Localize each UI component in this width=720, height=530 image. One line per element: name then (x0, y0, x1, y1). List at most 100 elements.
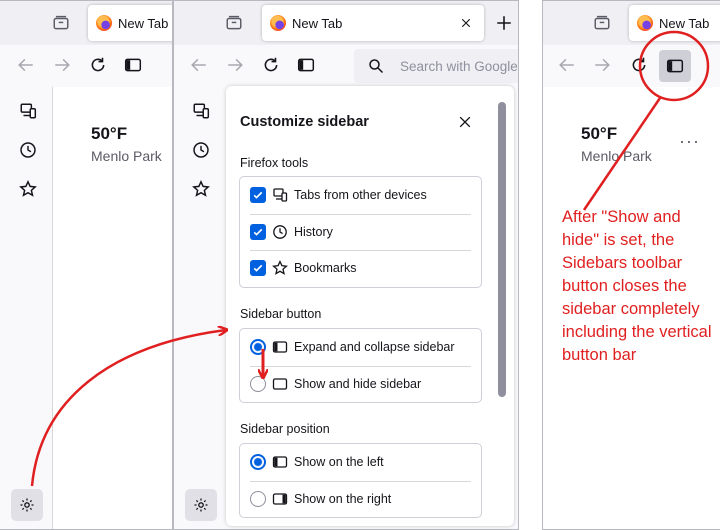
customize-sidebar-button[interactable] (11, 489, 43, 521)
history-checkbox[interactable] (250, 223, 266, 240)
option-position-left[interactable]: Show on the left (240, 444, 481, 481)
tab-groups-button[interactable] (49, 11, 73, 35)
firefox-logo-icon (96, 15, 112, 31)
tab-new-tab[interactable]: New Tab (262, 5, 484, 41)
sidebar-launcher (174, 87, 226, 529)
nav-bar: Search with Google or e (174, 45, 518, 87)
tab-groups-icon (226, 15, 242, 30)
gear-icon (20, 498, 34, 512)
tool-label: History (294, 224, 333, 239)
tool-label: Bookmarks (294, 261, 357, 276)
bookmarks-checkbox[interactable] (250, 260, 266, 277)
sidebar-position-title: Sidebar position (240, 422, 330, 436)
firefox-tools-group: Tabs from other devices History Bookmark… (239, 176, 482, 288)
sidebar-position-group: Show on the left Show on the right (239, 443, 482, 518)
position-right-radio[interactable] (250, 490, 266, 507)
gear-icon (194, 498, 208, 512)
sidebar-toggle-button[interactable] (659, 50, 691, 82)
forward-arrow-icon (595, 58, 610, 72)
option-expand-collapse[interactable]: Expand and collapse sidebar (240, 329, 481, 366)
tool-option-synced-tabs[interactable]: Tabs from other devices (240, 177, 481, 214)
plus-icon (497, 16, 511, 30)
tab-strip: New Tab (0, 1, 172, 45)
weather-location: Menlo Park (91, 148, 162, 164)
forward-arrow-icon (55, 58, 70, 72)
option-label: Expand and collapse sidebar (294, 340, 455, 355)
star-icon (19, 180, 37, 197)
sidebar-right-icon (272, 493, 288, 505)
sidebar-toggle-button[interactable] (294, 53, 318, 77)
checkmark-icon (253, 228, 263, 236)
show-hide-radio[interactable] (250, 375, 266, 392)
sidebar-history-button[interactable] (189, 138, 213, 162)
panel-scrollbar[interactable] (498, 102, 506, 397)
firefox-logo-icon (637, 15, 653, 31)
sidebar-synced-tabs-button[interactable] (189, 99, 213, 123)
history-icon (273, 224, 287, 239)
history-icon (193, 142, 209, 158)
search-icon (369, 59, 384, 74)
sidebar-icon (124, 58, 142, 72)
reload-button[interactable] (259, 53, 283, 77)
forward-button[interactable] (590, 53, 614, 77)
reload-icon (264, 57, 278, 72)
forward-button[interactable] (223, 53, 247, 77)
tab-title: New Tab (292, 15, 343, 31)
sidebar-bookmarks-button[interactable] (16, 177, 40, 201)
tab-groups-button[interactable] (222, 11, 246, 35)
tool-option-bookmarks[interactable]: Bookmarks (240, 250, 481, 287)
new-tab-button[interactable] (492, 11, 516, 35)
sidebar-history-button[interactable] (16, 138, 40, 162)
tab-groups-button[interactable] (590, 11, 614, 35)
sidebar-button-group: Expand and collapse sidebar Show and hid… (239, 328, 482, 403)
option-show-hide[interactable]: Show and hide sidebar (240, 365, 481, 403)
firefox-logo-icon (270, 15, 286, 31)
back-button[interactable] (555, 53, 579, 77)
forward-button[interactable] (50, 53, 74, 77)
forward-arrow-icon (228, 58, 243, 72)
nav-bar (543, 45, 720, 87)
position-left-radio[interactable] (250, 454, 266, 471)
customize-sidebar-button[interactable] (185, 489, 217, 521)
sidebar-toggle-button[interactable] (121, 53, 145, 77)
option-label: Show on the right (294, 491, 392, 506)
weather-location: Menlo Park (581, 148, 652, 164)
history-icon (20, 142, 36, 158)
checkmark-icon (253, 192, 263, 200)
url-bar[interactable]: Search with Google or e (354, 49, 518, 83)
expand-collapse-radio[interactable] (250, 339, 266, 356)
tab-title: New Tab (118, 15, 169, 31)
tab-new-tab[interactable]: New Tab (88, 5, 172, 41)
checkmark-icon (253, 265, 263, 273)
back-button[interactable] (187, 53, 211, 77)
more-options-icon[interactable]: ··· (679, 131, 700, 152)
back-button[interactable] (14, 53, 38, 77)
tool-option-history[interactable]: History (240, 213, 481, 251)
star-icon (192, 180, 210, 197)
back-arrow-icon (559, 58, 574, 72)
synced-tabs-checkbox[interactable] (250, 187, 266, 204)
synced-tabs-icon (193, 103, 210, 119)
panel-title: Customize sidebar (240, 114, 369, 130)
synced-tabs-icon (273, 188, 288, 202)
close-tab-icon[interactable] (460, 17, 472, 29)
sidebar-left-icon (272, 456, 288, 468)
sidebar-button-title: Sidebar button (240, 307, 322, 321)
tab-new-tab[interactable]: New Tab (629, 5, 720, 41)
tab-groups-icon (53, 15, 69, 30)
close-panel-icon[interactable] (458, 115, 472, 129)
back-arrow-icon (18, 58, 33, 72)
option-position-right[interactable]: Show on the right (240, 480, 481, 518)
sidebar-synced-tabs-button[interactable] (16, 99, 40, 123)
tool-label: Tabs from other devices (294, 188, 427, 203)
sidebar-hide-icon (272, 378, 288, 390)
star-icon (272, 260, 288, 276)
customize-sidebar-panel: Customize sidebar Firefox tools Tabs fro… (226, 86, 514, 526)
sidebar-bookmarks-button[interactable] (189, 177, 213, 201)
reload-button[interactable] (86, 53, 110, 77)
reload-icon (91, 57, 105, 72)
reload-button[interactable] (627, 53, 651, 77)
sidebar-collapse-icon (272, 341, 288, 353)
option-label: Show and hide sidebar (294, 376, 422, 391)
synced-tabs-icon (20, 103, 37, 119)
